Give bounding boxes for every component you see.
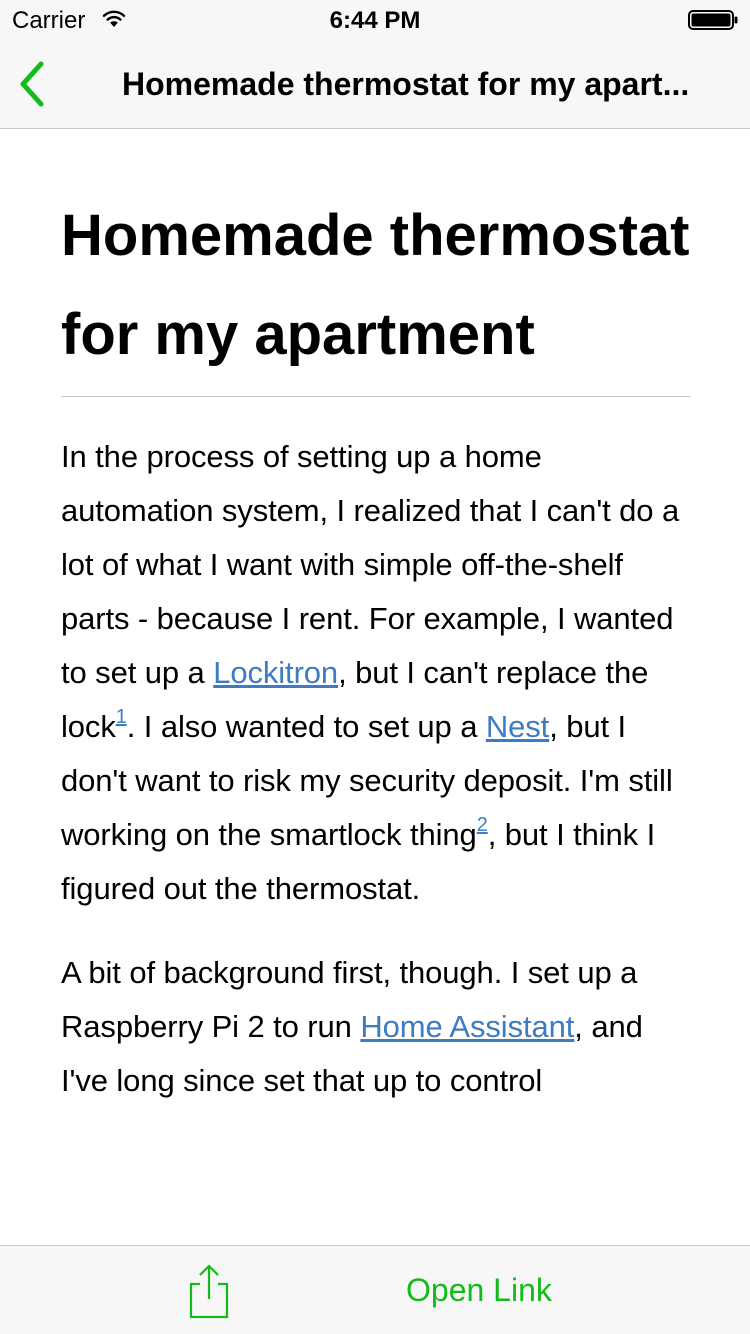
clock: 6:44 PM [329,7,421,34]
paragraph-1: In the process of setting up a home auto… [61,430,690,916]
share-button[interactable] [186,1263,232,1319]
text-run: In the process of setting up a home auto… [61,439,680,690]
text-run: . I also wanted to set up a [126,709,486,744]
article-content[interactable]: Homemade thermostat for my apartment In … [0,130,750,1245]
share-icon [189,1264,229,1319]
battery-icon [688,10,738,35]
footnote-1-link[interactable]: 1 [116,706,127,728]
bottom-toolbar: Open Link [0,1245,750,1334]
nav-title: Homemade thermostat for my apart... [122,66,690,102]
status-bar: Carrier 6:44 PM [0,0,750,40]
lockitron-link[interactable]: Lockitron [213,655,338,690]
back-button[interactable] [10,58,54,110]
navigation-bar: Homemade thermostat for my apart... [0,40,750,129]
paragraph-2: A bit of background first, though. I set… [61,946,690,1108]
chevron-left-icon [20,61,44,107]
open-link-button[interactable]: Open Link [406,1272,552,1309]
article-title: Homemade thermostat for my apartment [61,186,690,397]
home-assistant-link[interactable]: Home Assistant [360,1009,574,1044]
footnote-2-link[interactable]: 2 [477,814,488,836]
nest-link[interactable]: Nest [486,709,549,744]
